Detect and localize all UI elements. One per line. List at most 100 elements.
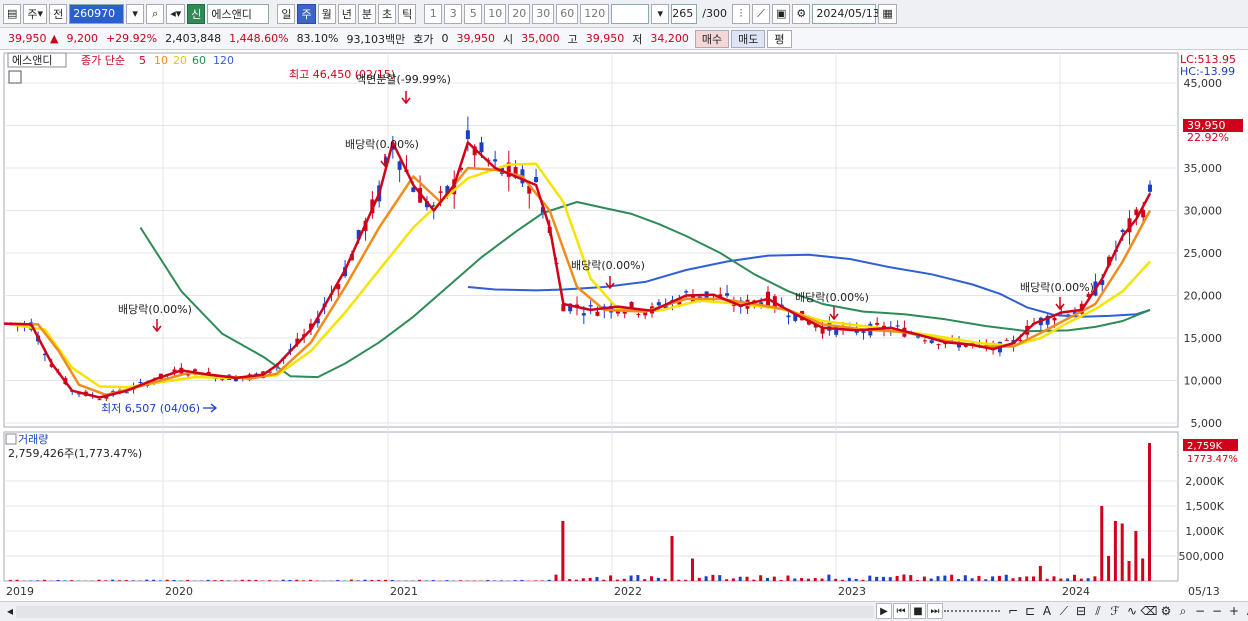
period-dropdown[interactable]: 주 ▾ xyxy=(23,3,48,24)
interval-120[interactable]: 120 xyxy=(580,3,610,24)
tab-week[interactable]: 주 xyxy=(297,3,316,24)
candle xyxy=(97,399,102,401)
volume-bar xyxy=(499,580,503,581)
channel-icon[interactable]: ⫽ xyxy=(1090,603,1106,619)
stock-code-input[interactable]: 260970 xyxy=(69,3,125,24)
interval-30[interactable]: 30 xyxy=(532,3,555,24)
price-chart[interactable]: 45,00040,00035,00030,00025,00020,00015,0… xyxy=(0,51,1248,603)
interval-60[interactable]: 60 xyxy=(556,3,579,24)
candle-icon[interactable]: ⫶ xyxy=(731,3,750,24)
interval-1[interactable]: 1 xyxy=(424,3,443,24)
y-tick-label: 5,000 xyxy=(1191,417,1223,430)
zoom-icon[interactable]: ⌕ xyxy=(1175,603,1191,619)
volume-value: 2,403,848 xyxy=(165,32,222,45)
gear-icon[interactable]: ⚙ xyxy=(792,3,811,24)
volume-bar xyxy=(445,580,449,581)
tab-year[interactable]: 년 xyxy=(337,3,356,24)
tab-month[interactable]: 월 xyxy=(317,3,336,24)
search-icon[interactable]: ⌕ xyxy=(146,3,165,24)
crosshair-icon[interactable]: ⌐ xyxy=(1005,603,1021,619)
volume-bar xyxy=(841,579,845,581)
interval-3[interactable]: 3 xyxy=(444,3,463,24)
x-tick-label: 2024 xyxy=(1062,585,1090,598)
grid-toggle-icon[interactable] xyxy=(8,70,22,84)
high-label: 고 xyxy=(567,32,578,46)
play-icon[interactable]: ▶ xyxy=(876,603,892,619)
zoom-out-icon[interactable]: − xyxy=(1192,603,1208,619)
volume-bar xyxy=(227,580,231,581)
volume-bar xyxy=(104,580,108,581)
calendar-icon[interactable]: ▦ xyxy=(878,3,897,24)
chart-area[interactable]: 45,00040,00035,00030,00025,00020,00015,0… xyxy=(0,51,1248,603)
volume-bar xyxy=(909,575,913,581)
tab-tick[interactable]: 틱 xyxy=(398,3,417,24)
candle xyxy=(861,331,866,333)
date-input[interactable]: 2024/05/13 xyxy=(812,3,880,24)
draw-line-icon[interactable]: ⟋ xyxy=(751,3,770,24)
settings-icon[interactable]: ⚙ xyxy=(1158,603,1174,619)
prev-button[interactable]: 전 xyxy=(49,3,68,24)
price-line-icon[interactable]: ⊏ xyxy=(1022,603,1038,619)
volume-bar xyxy=(868,575,872,581)
volume-bar xyxy=(656,577,660,581)
nav-controls: ▶ ⏮ ■ ⏭ ⌐ ⊏ A ⟋ ⊟ ⫽ ℱ ∿ ⌫ ⚙ ⌕ − − + A xyxy=(876,603,1248,619)
y-tick-label: 45,000 xyxy=(1184,77,1223,90)
tab-second[interactable]: 초 xyxy=(377,3,397,24)
volume-bar xyxy=(670,536,674,581)
speaker-icon[interactable]: ◂▾ xyxy=(166,3,186,24)
tab-day[interactable]: 일 xyxy=(277,3,296,24)
pattern-icon[interactable]: ∿ xyxy=(1124,603,1140,619)
buy-button[interactable]: 매수 xyxy=(694,29,730,48)
custom-interval-input[interactable] xyxy=(611,3,650,24)
eraser-icon[interactable]: ⌫ xyxy=(1141,603,1158,619)
text-tool-icon[interactable]: A xyxy=(1039,603,1055,619)
volume-bar xyxy=(97,579,101,581)
tab-minute[interactable]: 분 xyxy=(357,3,376,24)
candle xyxy=(922,340,927,342)
zoom-in-icon[interactable]: + xyxy=(1226,603,1242,619)
rewind-icon[interactable]: ⏮ xyxy=(893,603,909,619)
stock-name-field[interactable]: 에스앤디 xyxy=(207,3,270,24)
chevron-down-icon[interactable]: ▾ xyxy=(651,3,670,24)
horizontal-scrollbar[interactable] xyxy=(16,606,874,618)
chevron-down-icon[interactable]: ▾ xyxy=(126,3,145,24)
interval-10[interactable]: 10 xyxy=(484,3,507,24)
volume-bar xyxy=(820,578,824,581)
volume-bar xyxy=(629,575,633,581)
font-size-icon[interactable]: A xyxy=(1243,603,1248,619)
forward-icon[interactable]: ⏭ xyxy=(927,603,943,619)
up-arrow-icon: ▲ xyxy=(50,32,59,45)
volume-bar xyxy=(834,578,838,581)
speed-slider[interactable] xyxy=(944,603,1004,619)
candle xyxy=(725,293,730,296)
volume-bar xyxy=(1134,531,1138,581)
volume-bar xyxy=(247,579,251,581)
volume-pane-icon[interactable] xyxy=(5,433,17,445)
stop-icon[interactable]: ■ xyxy=(910,603,926,619)
count-input[interactable]: 265 xyxy=(671,3,698,24)
volume-bar xyxy=(308,579,312,581)
flat-button[interactable]: 평 xyxy=(767,29,792,48)
volume-value-label: 2,759,426주(1,773.47%) xyxy=(8,447,142,460)
volume-bar xyxy=(70,580,74,581)
layout-icon[interactable]: ▤ xyxy=(3,3,22,24)
volume-bar xyxy=(1025,576,1029,581)
volume-bar xyxy=(895,575,899,581)
zoom-out-more-icon[interactable]: − xyxy=(1209,603,1225,619)
interval-20[interactable]: 20 xyxy=(508,3,531,24)
candle xyxy=(636,314,641,316)
volume-bar xyxy=(145,579,149,581)
candle xyxy=(493,159,498,162)
y-tick-label: 35,000 xyxy=(1184,162,1223,175)
save-icon[interactable]: ▣ xyxy=(771,3,791,24)
volume-bar xyxy=(281,579,285,581)
volume-bar xyxy=(547,579,551,581)
fibonacci-icon[interactable]: ℱ xyxy=(1107,603,1123,619)
sell-button[interactable]: 매도 xyxy=(731,29,766,48)
interval-5[interactable]: 5 xyxy=(464,3,483,24)
trend-line-icon[interactable]: ⟋ xyxy=(1056,603,1072,619)
volume-bar xyxy=(534,580,538,581)
volume-ratio: 1,448.60% xyxy=(229,32,289,45)
horizontal-line-icon[interactable]: ⊟ xyxy=(1073,603,1089,619)
candle xyxy=(1148,184,1152,192)
